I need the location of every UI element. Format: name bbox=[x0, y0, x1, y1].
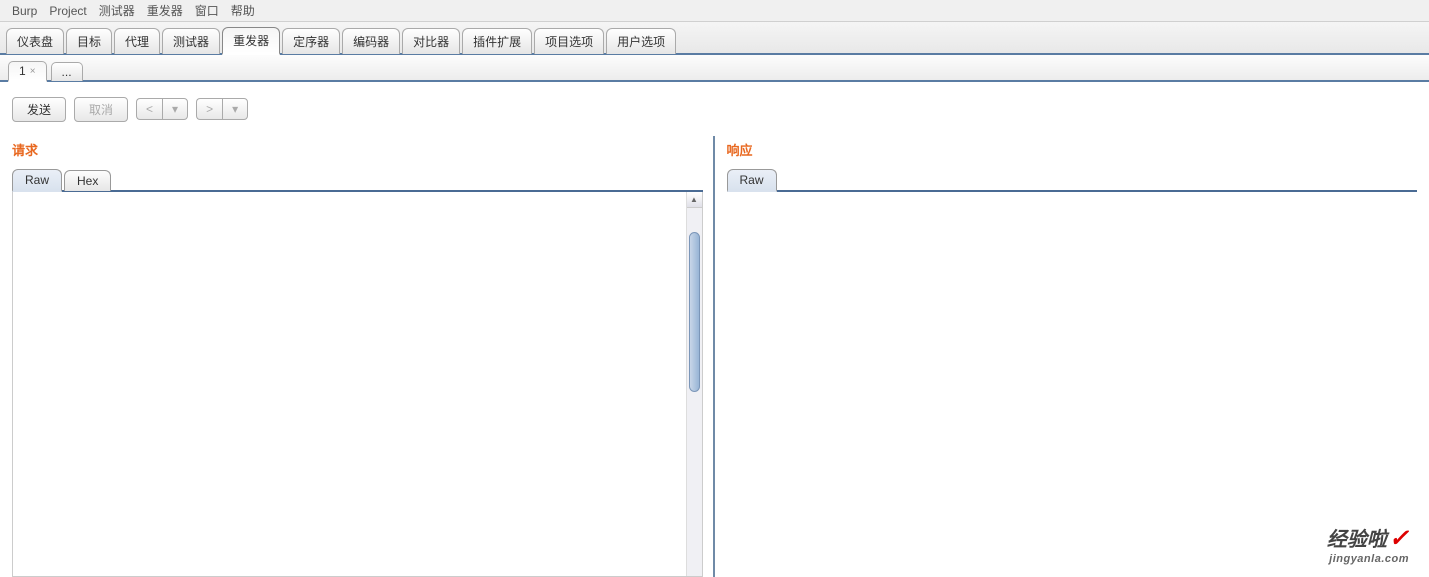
main-tab-10[interactable]: 用户选项 bbox=[606, 28, 676, 54]
main-tab-0[interactable]: 仪表盘 bbox=[6, 28, 64, 54]
menu-item-4[interactable]: 窗口 bbox=[191, 0, 223, 21]
request-viewtab-raw[interactable]: Raw bbox=[12, 169, 62, 192]
request-pane: 请求 RawHex ▲ bbox=[0, 136, 715, 577]
repeater-toolbar: 发送 取消 < ▾ > ▾ bbox=[0, 82, 1429, 136]
split-panes: 请求 RawHex ▲ 响应 Raw bbox=[0, 136, 1429, 577]
watermark-url: jingyanla.com bbox=[1327, 553, 1409, 565]
response-viewtab-raw[interactable]: Raw bbox=[727, 169, 777, 192]
request-viewtab-hex[interactable]: Hex bbox=[64, 170, 111, 191]
history-prev-button[interactable]: < bbox=[136, 98, 162, 120]
sub-tab-0[interactable]: 1× bbox=[8, 61, 47, 82]
sub-tab-label: 1 bbox=[19, 64, 26, 78]
main-tab-1[interactable]: 目标 bbox=[66, 28, 112, 54]
response-content[interactable] bbox=[727, 192, 1418, 577]
repeater-sub-tab-bar: 1×... bbox=[0, 55, 1429, 82]
history-prev-dropdown[interactable]: ▾ bbox=[162, 98, 188, 120]
request-view-tabs: RawHex bbox=[12, 167, 703, 192]
menu-item-5[interactable]: 帮助 bbox=[227, 0, 259, 21]
main-tab-8[interactable]: 插件扩展 bbox=[462, 28, 532, 54]
history-prev-group: < ▾ bbox=[136, 98, 188, 120]
request-scrollbar[interactable]: ▲ bbox=[686, 192, 702, 576]
main-tab-7[interactable]: 对比器 bbox=[402, 28, 460, 54]
send-button[interactable]: 发送 bbox=[12, 97, 66, 122]
sub-tab-1[interactable]: ... bbox=[51, 62, 83, 81]
main-tab-2[interactable]: 代理 bbox=[114, 28, 160, 54]
close-icon[interactable]: × bbox=[30, 66, 36, 77]
scroll-thumb[interactable] bbox=[689, 232, 700, 392]
response-view-tabs: Raw bbox=[727, 167, 1418, 192]
history-next-dropdown[interactable]: ▾ bbox=[222, 98, 248, 120]
main-tab-6[interactable]: 编码器 bbox=[342, 28, 400, 54]
main-tab-5[interactable]: 定序器 bbox=[282, 28, 340, 54]
request-title: 请求 bbox=[12, 140, 703, 159]
response-pane: 响应 Raw bbox=[715, 136, 1429, 577]
menu-item-2[interactable]: 测试器 bbox=[95, 0, 139, 21]
history-next-button[interactable]: > bbox=[196, 98, 222, 120]
scroll-up-icon[interactable]: ▲ bbox=[687, 192, 702, 208]
check-icon: ✓ bbox=[1389, 525, 1409, 552]
cancel-button[interactable]: 取消 bbox=[74, 97, 128, 122]
history-next-group: > ▾ bbox=[196, 98, 248, 120]
main-tab-bar: 仪表盘目标代理测试器重发器定序器编码器对比器插件扩展项目选项用户选项 bbox=[0, 22, 1429, 55]
main-tab-3[interactable]: 测试器 bbox=[162, 28, 220, 54]
menubar: BurpProject 测试器重发器窗口帮助 bbox=[0, 0, 1429, 22]
sub-tab-label: ... bbox=[62, 65, 72, 79]
menu-item-0[interactable]: Burp bbox=[8, 2, 41, 20]
main-tab-9[interactable]: 项目选项 bbox=[534, 28, 604, 54]
request-content[interactable]: ▲ bbox=[12, 192, 703, 577]
watermark-brand: 经验啦 bbox=[1327, 529, 1387, 551]
menu-item-3[interactable]: 重发器 bbox=[143, 0, 187, 21]
response-title: 响应 bbox=[727, 140, 1418, 159]
watermark: 经验啦✓ jingyanla.com bbox=[1327, 523, 1409, 565]
main-tab-4[interactable]: 重发器 bbox=[222, 27, 280, 55]
menu-item-1[interactable]: Project bbox=[45, 2, 90, 20]
